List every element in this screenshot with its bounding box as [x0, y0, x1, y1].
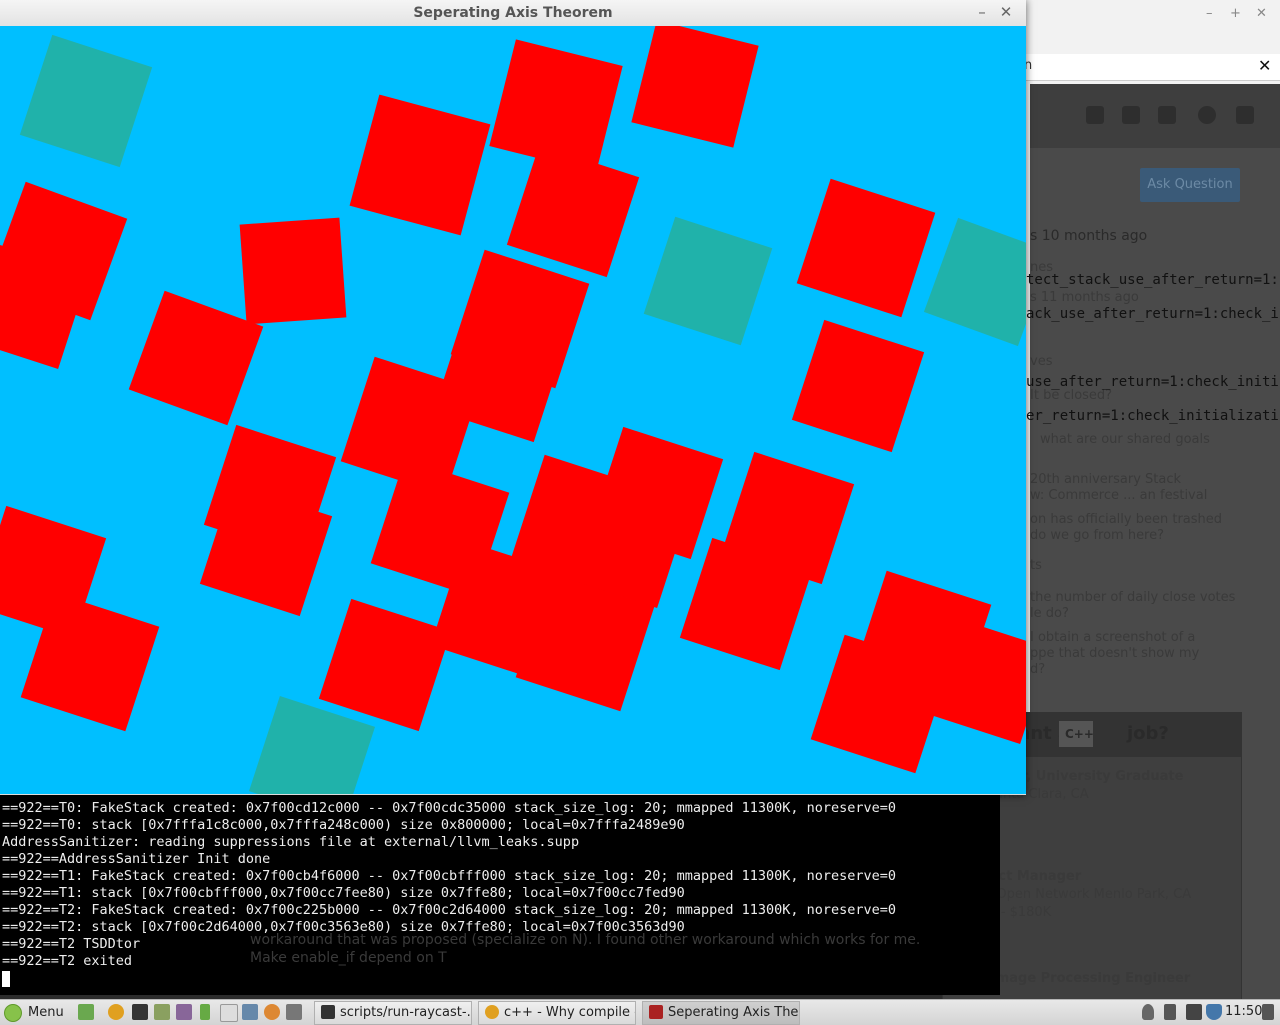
inbox-icon[interactable]: [1086, 106, 1104, 124]
terminal-line: ==922==T2: FakeStack created: 0x7f00c225…: [2, 902, 897, 918]
code-snippet: ack_use_after_return=1:check_i: [1026, 306, 1279, 322]
window-titlebar[interactable]: Seperating Axis Theorem – ✕: [0, 0, 1026, 27]
terminal-window[interactable]: workaround that was proposed (specialize…: [0, 795, 1000, 995]
colliding-square: [796, 178, 936, 318]
terminal-cursor: [2, 971, 10, 987]
user-icon[interactable]: [1142, 1004, 1154, 1020]
terminal-launcher-icon[interactable]: [132, 1004, 148, 1020]
pen-icon[interactable]: [1164, 1004, 1176, 1020]
stackoverflow-topbar: [1030, 84, 1280, 148]
browser-address-bar[interactable]: n: [1000, 54, 1280, 81]
sidebar-text: s 11 months ago: [1030, 290, 1139, 305]
findbar-close-icon[interactable]: ✕: [1258, 56, 1271, 75]
sidebar-text: ts: [1030, 558, 1042, 573]
image-viewer-icon[interactable]: [176, 1004, 192, 1020]
terminal-icon: [321, 1004, 335, 1019]
jobs-header-text: job?: [1127, 723, 1169, 744]
code-snippet: tect_stack_use_after_return=1:: [1026, 272, 1279, 288]
task-label: c++ - Why compile e...: [504, 1005, 635, 1020]
colliding-square: [506, 144, 640, 278]
sidebar-text: s 10 months ago: [1030, 228, 1148, 244]
sidebar-link[interactable]: the number of daily close votes: [1030, 590, 1235, 605]
task-label: Seperating Axis The...: [668, 1005, 800, 1020]
colliding-square: [349, 94, 491, 236]
search-icon[interactable]: [264, 1004, 280, 1020]
window-title: Seperating Axis Theorem: [413, 5, 613, 21]
browser-minimize-icon[interactable]: –: [1206, 6, 1213, 21]
mint-logo-icon: [4, 1003, 22, 1022]
sidebar-link[interactable]: do we go from here?: [1030, 528, 1164, 543]
browser-maximize-icon[interactable]: +: [1230, 6, 1241, 21]
terminal-line: ==922==T0: FakeStack created: 0x7f00cd12…: [2, 800, 897, 816]
gallery-icon[interactable]: [286, 1004, 302, 1020]
task-sat-app[interactable]: Seperating Axis The...: [642, 1001, 800, 1025]
free-square: [923, 217, 1026, 347]
sat-demo-window: Seperating Axis Theorem – ✕: [0, 0, 1026, 795]
sat-canvas[interactable]: [0, 26, 1026, 794]
free-square: [643, 216, 773, 346]
start-menu-button[interactable]: Menu: [4, 1002, 64, 1023]
task-browser[interactable]: c++ - Why compile e...: [478, 1001, 636, 1025]
sidebar-link[interactable]: 20th anniversary Stack: [1030, 472, 1181, 487]
sidebar-link[interactable]: on has officially been trashed: [1030, 512, 1222, 527]
review-icon[interactable]: [1158, 106, 1176, 124]
colliding-square: [791, 319, 925, 453]
browser-close-icon[interactable]: ✕: [1256, 6, 1267, 21]
chrome-launcher-icon[interactable]: [108, 1004, 124, 1020]
code-snippet: er_return=1:check_initializati: [1026, 408, 1279, 424]
network-icon[interactable]: [1186, 1004, 1202, 1020]
terminal-line: ==922==T1: FakeStack created: 0x7f00cb4f…: [2, 868, 897, 884]
ask-question-button[interactable]: Ask Question: [1140, 168, 1240, 202]
code-snippet: use_after_return=1:check_initi: [1026, 374, 1279, 390]
site-switcher-icon[interactable]: [1236, 106, 1254, 124]
terminal-line: ==922==T2 exited: [2, 953, 133, 969]
text-editor-icon[interactable]: [220, 1004, 238, 1022]
chrome-icon: [485, 1004, 499, 1019]
terminal-line: ==922==T2: stack [0x7f00c2d64000,0x7f00c…: [2, 919, 685, 935]
sidebar-link[interactable]: le do?: [1030, 606, 1069, 621]
free-square: [19, 34, 153, 168]
power-icon[interactable]: [1262, 1004, 1274, 1020]
terminal-line: AddressSanitizer: reading suppressions f…: [2, 834, 580, 850]
files-launcher-icon[interactable]: [154, 1004, 170, 1020]
colliding-square: [318, 598, 452, 732]
sidebar-text: ves: [1030, 354, 1053, 369]
sidebar-link[interactable]: I obtain a screenshot of a: [1030, 630, 1195, 645]
minimize-button[interactable]: –: [972, 2, 992, 22]
close-button[interactable]: ✕: [996, 2, 1016, 22]
sidebar-text: It be closed?: [1030, 388, 1113, 403]
jobs-tag-text: C++: [1065, 727, 1094, 741]
task-label: scripts/run-raycast-...: [340, 1005, 472, 1020]
background-browser-window: – + ✕ n ✕ Ask Question s 10 months ago n…: [942, 0, 1280, 1002]
achievements-icon[interactable]: [1122, 106, 1140, 124]
terminal-line: ==922==AddressSanitizer Init done: [2, 851, 271, 867]
terminal-line: ==922==T1: stack [0x7f00cbfff000,0x7f00c…: [2, 885, 685, 901]
terminal-line: ==922==T0: stack [0x7fffa1c8c000,0x7fffa…: [2, 817, 685, 833]
sidebar-link[interactable]: w: Commerce ... an festival: [1030, 488, 1207, 503]
sidebar-link[interactable]: what are our shared goals: [1040, 432, 1210, 447]
app-icon: [649, 1004, 663, 1019]
colliding-square: [239, 217, 347, 325]
taskbar: Menu scripts/run-raycast-... c++ - Why c…: [0, 999, 1280, 1025]
menu-label: Menu: [28, 1005, 64, 1020]
sidebar-link[interactable]: d?: [1030, 662, 1045, 677]
shield-icon[interactable]: [1206, 1004, 1222, 1020]
bottle-icon[interactable]: [200, 1004, 210, 1020]
sidebar-link[interactable]: ppe that doesn't show my: [1030, 646, 1199, 661]
terminal-line: ==922==T2 TSDDtor: [2, 936, 141, 952]
task-terminal[interactable]: scripts/run-raycast-...: [314, 1001, 472, 1025]
shapes-scene: [0, 26, 1026, 794]
colliding-square: [631, 26, 759, 148]
show-desktop-icon[interactable]: [78, 1004, 94, 1020]
help-icon[interactable]: [1198, 106, 1216, 124]
stackoverflow-page: Ask Question s 10 months ago nes s 11 mo…: [942, 84, 1280, 1002]
settings-icon[interactable]: [242, 1004, 258, 1020]
clock: 11:50: [1225, 1004, 1263, 1019]
colliding-square: [128, 290, 264, 426]
background-page-text: Make enable_if depend on T: [250, 950, 447, 966]
